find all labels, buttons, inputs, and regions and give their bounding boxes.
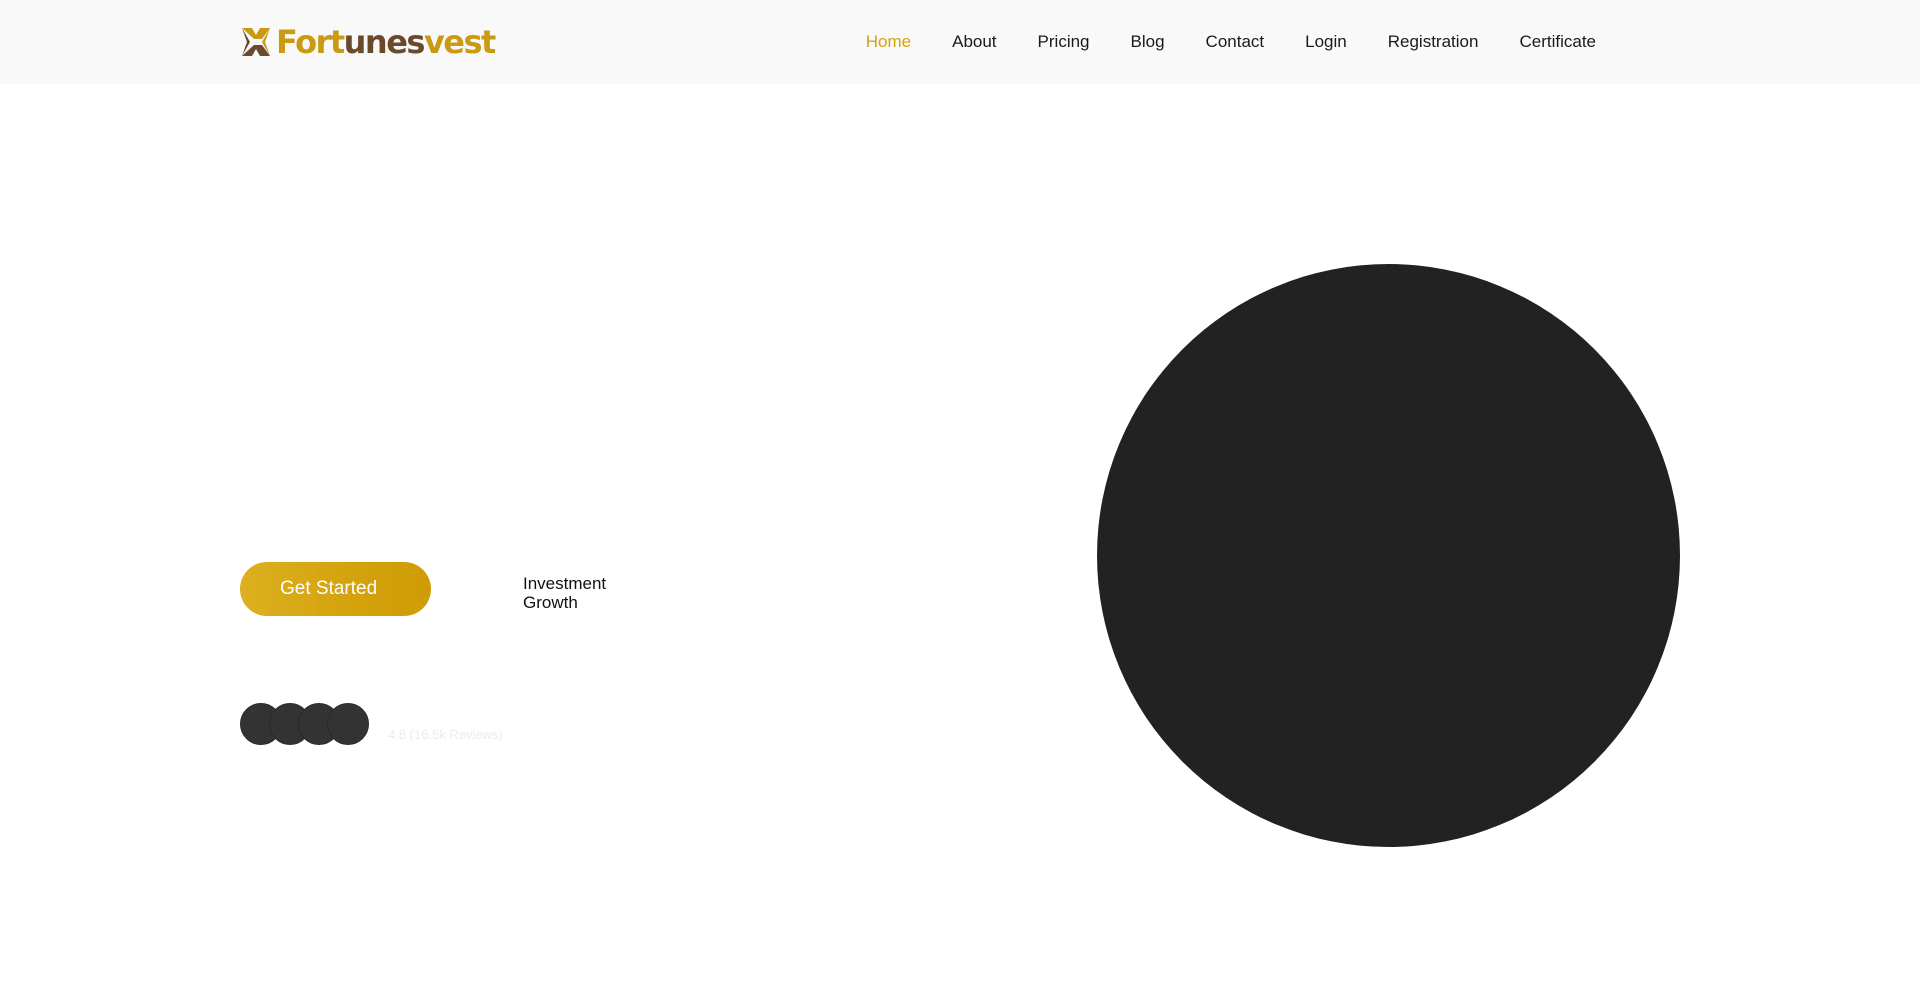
get-started-button[interactable]: Get Started: [240, 562, 431, 616]
main-nav: Home About Pricing Blog Contact Login Re…: [866, 0, 1596, 84]
reviews-summary: 4.8 (16.5k Reviews): [388, 727, 503, 742]
nav-item-login[interactable]: Login: [1305, 32, 1347, 52]
avatar: [327, 703, 369, 745]
nav-item-registration[interactable]: Registration: [1388, 32, 1479, 52]
investment-growth-label: Investment Growth: [523, 574, 607, 612]
nav-item-certificate[interactable]: Certificate: [1519, 32, 1596, 52]
nav-item-contact[interactable]: Contact: [1206, 32, 1265, 52]
logo-text-part-1: Fort: [276, 23, 345, 61]
hero-image: [1097, 264, 1680, 847]
site-header: Fortunesvest Home About Pricing Blog Con…: [0, 0, 1920, 84]
reviewer-avatars: [240, 703, 369, 745]
logo-wordmark: Fortunesvest: [276, 22, 496, 62]
brand-x-icon: [240, 26, 272, 58]
nav-item-home[interactable]: Home: [866, 32, 911, 52]
logo-text-part-2: unes: [343, 23, 426, 61]
nav-item-blog[interactable]: Blog: [1131, 32, 1165, 52]
site-logo[interactable]: Fortunesvest: [240, 22, 496, 62]
nav-item-about[interactable]: About: [952, 32, 996, 52]
nav-item-pricing[interactable]: Pricing: [1038, 32, 1090, 52]
logo-text-part-3: vest: [423, 23, 496, 61]
